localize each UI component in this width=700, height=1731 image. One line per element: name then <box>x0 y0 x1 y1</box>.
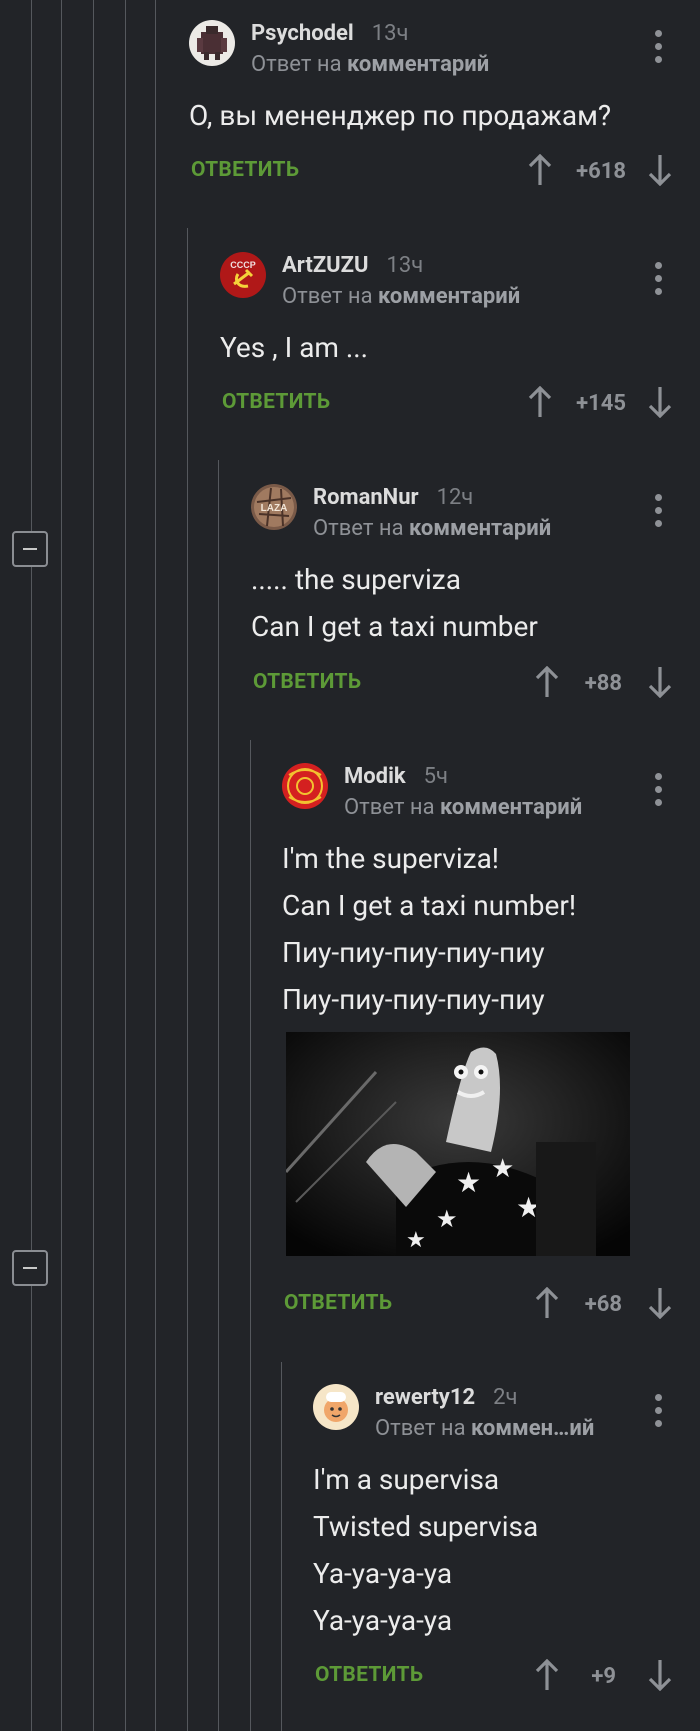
arrow-down-icon[interactable] <box>648 1287 672 1319</box>
rating-value: +618 <box>576 159 626 184</box>
more-vertical-icon[interactable] <box>655 262 663 296</box>
thread-line <box>93 0 94 1731</box>
reply-button[interactable]: ОТВЕТИТЬ <box>315 1663 423 1687</box>
comment-text: Yes , I am ... <box>220 331 369 364</box>
avatar[interactable] <box>313 1384 359 1430</box>
comment-text: ..... the superviza Can I get a taxi num… <box>251 563 538 643</box>
author-name[interactable]: RomanNur 12ч <box>313 485 473 510</box>
comment-gif-image[interactable]: ★ ★ ★ ★ ★ ★ <box>286 1032 630 1256</box>
reply-to-link[interactable]: комментарий <box>440 795 582 820</box>
comment: LAZA RomanNur 12ч Ответ на комментарий ..… <box>251 484 671 674</box>
reply-to-label: Ответ на коммен…ий <box>375 1416 595 1441</box>
collapse-thread-button[interactable] <box>12 1250 48 1286</box>
arrow-up-icon[interactable] <box>535 1287 559 1319</box>
avatar[interactable] <box>282 763 328 809</box>
arrow-up-icon[interactable] <box>528 154 552 186</box>
reply-button[interactable]: ОТВЕТИТЬ <box>253 670 361 694</box>
comment-time: 13ч <box>371 21 409 46</box>
reply-button[interactable]: ОТВЕТИТЬ <box>284 1291 392 1315</box>
reply-to-link[interactable]: коммен…ий <box>471 1416 594 1441</box>
svg-text:★: ★ <box>406 1228 426 1253</box>
rating-value: +145 <box>576 391 626 416</box>
rating-value: +68 <box>584 1292 622 1317</box>
thread-line <box>125 0 126 1731</box>
svg-text:★: ★ <box>456 1166 481 1199</box>
reply-button[interactable]: ОТВЕТИТЬ <box>191 158 299 182</box>
thread-line <box>31 0 32 1731</box>
arrow-down-icon[interactable] <box>648 386 672 418</box>
avatar[interactable]: LAZA <box>251 484 297 530</box>
thread-line <box>218 460 219 1731</box>
rating-value: +9 <box>591 1664 616 1689</box>
thread-line <box>155 0 156 1731</box>
collapse-thread-button[interactable] <box>12 531 48 567</box>
reply-to-link[interactable]: комментарий <box>378 284 520 309</box>
thread-line <box>187 228 188 1731</box>
more-vertical-icon[interactable] <box>655 1394 663 1428</box>
reply-to-link[interactable]: комментарий <box>347 52 489 77</box>
arrow-down-icon[interactable] <box>648 666 672 698</box>
reply-button[interactable]: ОТВЕТИТЬ <box>222 390 330 414</box>
comment-time: 12ч <box>436 485 474 510</box>
thread-line <box>61 0 62 1731</box>
svg-text:СССР: СССР <box>230 260 256 270</box>
avatar[interactable] <box>189 20 235 66</box>
comment: rewerty12 2ч Ответ на коммен…ий I'm a sup… <box>313 1384 673 1674</box>
reply-to-label: Ответ на комментарий <box>344 795 583 820</box>
more-vertical-icon[interactable] <box>655 30 663 64</box>
author-name[interactable]: ArtZUZU 13ч <box>282 253 423 278</box>
comment-time: 2ч <box>493 1385 518 1410</box>
reply-to-label: Ответ на комментарий <box>282 284 521 309</box>
author-name[interactable]: Modik 5ч <box>344 764 448 789</box>
comment-time: 5ч <box>423 764 448 789</box>
reply-to-link[interactable]: комментарий <box>409 516 551 541</box>
svg-text:LAZA: LAZA <box>261 503 288 514</box>
arrow-up-icon[interactable] <box>535 666 559 698</box>
arrow-up-icon[interactable] <box>535 1659 559 1691</box>
avatar[interactable]: СССР <box>220 252 266 298</box>
reply-to-label: Ответ на комментарий <box>313 516 552 541</box>
comment-text: I'm the superviza! Can I get a taxi numb… <box>282 842 577 1016</box>
author-name[interactable]: Psychodel 13ч <box>251 21 408 46</box>
svg-text:★: ★ <box>491 1154 514 1184</box>
thread-line <box>281 1362 282 1731</box>
comment-time: 13ч <box>386 253 424 278</box>
arrow-down-icon[interactable] <box>648 154 672 186</box>
comment-text: I'm a supervisa Twisted supervisa Ya-ya-… <box>313 1463 539 1637</box>
comment: СССР ArtZUZU 13ч Ответ на комментарий Yes… <box>220 252 670 402</box>
more-vertical-icon[interactable] <box>655 773 663 807</box>
arrow-down-icon[interactable] <box>648 1659 672 1691</box>
svg-text:★: ★ <box>436 1205 458 1233</box>
rating-value: +88 <box>584 671 622 696</box>
comment-text: О, вы мененджер по продажам? <box>189 99 612 132</box>
more-vertical-icon[interactable] <box>655 494 663 528</box>
thread-line <box>250 740 251 1731</box>
reply-to-label: Ответ на комментарий <box>251 52 490 77</box>
author-name[interactable]: rewerty12 2ч <box>375 1385 517 1410</box>
arrow-up-icon[interactable] <box>528 386 552 418</box>
